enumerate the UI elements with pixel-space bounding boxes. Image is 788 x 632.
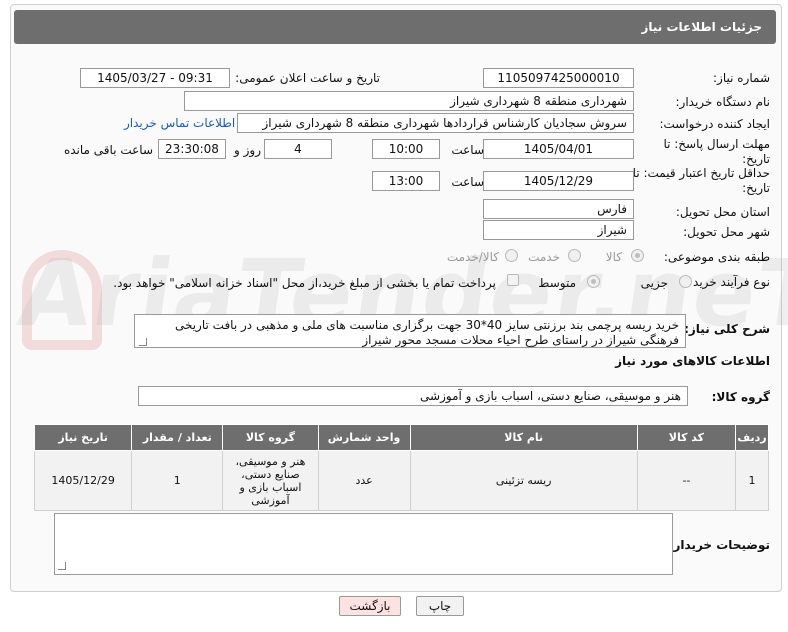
buyer-contact-link[interactable]: اطلاعات تماس خریدار	[124, 116, 235, 130]
deadline-date-field: 1405/04/01	[483, 139, 634, 159]
category-radio-goods[interactable]	[631, 249, 644, 262]
category-option-goods: کالا	[605, 250, 622, 264]
resize-handle-icon[interactable]	[139, 338, 147, 346]
city-field: شیراز	[483, 220, 634, 240]
treasury-payment-note: پرداخت تمام یا بخشی از مبلغ خرید،از محل …	[113, 276, 496, 290]
category-label: طبقه بندی موضوعی:	[663, 250, 770, 264]
goods-group-field: هنر و موسیقی، صنایع دستی، اسباب بازی و آ…	[138, 386, 688, 406]
col-header-code: کد کالا	[636, 424, 737, 451]
description-textarea[interactable]: خرید ریسه پرچمی بند برزنتی سایز 40*30 جه…	[134, 314, 686, 348]
buyer-notes-label: توضیحات خریدار:	[668, 538, 770, 552]
col-header-quantity: تعداد / مقدار	[131, 424, 224, 451]
purchase-type-option-medium: متوسط	[538, 276, 576, 290]
days-label: روز و	[234, 143, 261, 157]
table-row: 1 -- ریسه تزئینی عدد هنر و موسیقی، صنایع…	[33, 450, 769, 511]
cell-group: هنر و موسیقی، صنایع دستی، اسباب بازی و آ…	[222, 450, 319, 511]
announce-datetime-label: تاریخ و ساعت اعلان عمومی:	[235, 71, 380, 85]
items-table: ردیف کد کالا نام کالا واحد شمارش گروه کا…	[33, 424, 769, 511]
cell-name: ریسه تزئینی	[409, 450, 638, 511]
category-radio-service[interactable]	[568, 249, 581, 262]
goods-section-title: اطلاعات کالاهای مورد نیاز	[615, 354, 770, 368]
buyer-org-field: شهرداری منطقه 8 شهرداری شیراز	[184, 91, 634, 111]
need-number-label: شماره نیاز:	[713, 71, 770, 85]
deadline-time-label: ساعت	[451, 143, 484, 157]
notes-resize-handle-icon[interactable]	[58, 562, 66, 570]
col-header-row: ردیف	[735, 424, 769, 451]
time-remaining-label: ساعت باقی مانده	[63, 143, 153, 157]
announce-datetime-field: 1405/03/27 - 09:31	[80, 68, 230, 88]
deadline-label: مهلت ارسال پاسخ: تا تاریخ:	[663, 137, 770, 166]
items-table-header: ردیف کد کالا نام کالا واحد شمارش گروه کا…	[33, 424, 769, 451]
days-remaining-field: 4	[264, 139, 332, 159]
requester-field: سروش سجادیان کارشناس قراردادها شهرداری م…	[237, 113, 634, 133]
cell-row-number: 1	[735, 450, 769, 511]
price-validity-time-field: 13:00	[372, 171, 440, 191]
deadline-time-field: 10:00	[372, 139, 440, 159]
cell-unit: عدد	[317, 450, 411, 511]
price-validity-label: حداقل تاریخ اعتبار قیمت: تا تاریخ:	[632, 166, 770, 195]
back-button[interactable]: بازگشت	[339, 596, 401, 616]
cell-quantity: 1	[131, 450, 224, 511]
province-field: فارس	[483, 199, 634, 219]
cell-code: --	[636, 450, 737, 511]
purchase-type-label: نوع فرآیند خرید :	[685, 275, 770, 289]
need-number-field: 1105097425000010	[483, 68, 634, 88]
buyer-notes-textarea[interactable]	[54, 513, 673, 575]
purchase-type-radio-medium[interactable]	[587, 275, 600, 288]
city-label: شهر محل تحویل:	[683, 225, 770, 239]
buyer-org-label: نام دستگاه خریدار:	[675, 95, 771, 109]
col-header-name: نام کالا	[409, 424, 638, 451]
goods-group-label: گروه کالا:	[711, 390, 770, 404]
page-title: جزئیات اطلاعات نیاز	[14, 10, 776, 44]
print-button[interactable]: چاپ	[416, 596, 464, 616]
price-validity-date-field: 1405/12/29	[483, 171, 634, 191]
time-remaining-field: 23:30:08	[158, 139, 226, 159]
col-header-group: گروه کالا	[222, 424, 319, 451]
category-radio-goods-service[interactable]	[505, 249, 518, 262]
purchase-type-radio-minor[interactable]	[679, 275, 692, 288]
requester-label: ایجاد کننده درخواست:	[659, 117, 770, 131]
price-validity-time-label: ساعت	[451, 175, 484, 189]
description-label: شرح کلی نیاز:	[684, 322, 770, 336]
treasury-payment-checkbox[interactable]	[507, 274, 519, 286]
category-option-service: خدمت	[528, 250, 560, 264]
purchase-type-option-minor: جزیی	[640, 276, 668, 290]
cell-date: 1405/12/29	[33, 450, 133, 511]
col-header-unit: واحد شمارش	[317, 424, 411, 451]
category-option-goods-service: کالا/خدمت	[446, 250, 499, 264]
col-header-date: تاریخ نیاز	[33, 424, 133, 451]
province-label: استان محل تحویل:	[675, 205, 770, 219]
